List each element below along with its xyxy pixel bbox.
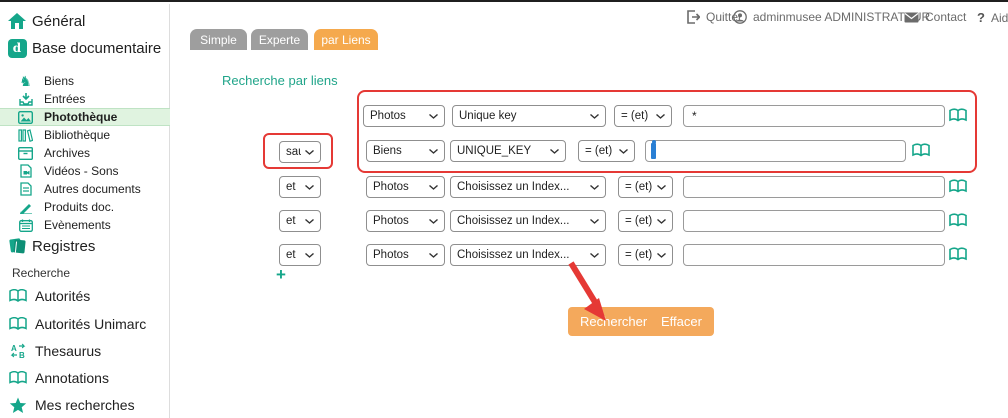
row5-connector-select[interactable]: et: [279, 244, 321, 266]
open-book-icon: [8, 287, 27, 306]
books-stack-icon: [7, 236, 27, 256]
sidebar-item-autres-documents[interactable]: Autres documents: [0, 180, 170, 198]
row2-value-input[interactable]: [645, 140, 906, 162]
tab-par-liens[interactable]: par Liens: [314, 29, 378, 50]
knight-icon: ♞: [18, 74, 33, 89]
row5-database-select[interactable]: Photos: [366, 244, 445, 266]
row3-lexicon-book-icon[interactable]: [949, 179, 967, 194]
sidebar-item-label: Général: [32, 13, 85, 30]
open-book-icon: [8, 369, 27, 388]
contact-link[interactable]: Contact: [904, 10, 966, 24]
user-account[interactable]: adminmusee ADMINISTRATEUR: [733, 10, 930, 24]
row3-operator-select[interactable]: = (et): [618, 176, 673, 198]
sidebar-item-registres[interactable]: Registres: [0, 234, 170, 258]
row3-database-select[interactable]: Photos: [366, 176, 445, 198]
row4-database-select[interactable]: Photos: [366, 210, 445, 232]
sidebar-item-phototheque[interactable]: Photothèque: [0, 108, 170, 126]
star-icon: [8, 396, 27, 415]
sidebar-item-mes-recherches[interactable]: Mes recherches: [0, 394, 170, 416]
topbar: Quitter adminmusee ADMINISTRATEUR Contac…: [171, 4, 1008, 32]
sidebar-item-evenements[interactable]: Evènements: [0, 216, 170, 234]
sidebar: Général d Base documentaire ♞ Biens Entr…: [0, 4, 170, 418]
row4-operator-select[interactable]: = (et): [618, 210, 673, 232]
sidebar-item-produits-doc[interactable]: Produits doc.: [0, 198, 170, 216]
row2-connector-select[interactable]: sauf: [279, 141, 321, 163]
row2-lexicon-book-icon[interactable]: [912, 143, 930, 158]
sidebar-item-label: Base documentaire: [32, 40, 161, 57]
row1-value-input[interactable]: [683, 105, 945, 127]
tab-simple[interactable]: Simple: [190, 29, 247, 50]
logout-icon: [686, 10, 700, 24]
app-window: Général d Base documentaire ♞ Biens Entr…: [0, 0, 1008, 418]
effacer-button[interactable]: Effacer: [649, 307, 714, 336]
row3-value-input[interactable]: [683, 176, 945, 198]
row3-index-select[interactable]: Choisissez un Index...: [450, 176, 606, 198]
row4-value-input[interactable]: [683, 210, 945, 232]
row1-database-select[interactable]: Photos: [363, 105, 445, 127]
row1-operator-select[interactable]: = (et): [614, 105, 672, 127]
text-cursor-icon: [651, 143, 656, 159]
row1-index-select[interactable]: Unique key: [452, 105, 606, 127]
help-link[interactable]: ? Aide: [977, 10, 1008, 25]
page-title: Recherche par liens: [222, 73, 338, 88]
sidebar-item-autorites-unimarc[interactable]: Autorités Unimarc: [0, 313, 170, 335]
row1-lexicon-book-icon[interactable]: [949, 108, 967, 123]
inbox-arrow-icon: [18, 92, 33, 107]
user-icon: [733, 10, 747, 24]
svg-text:B: B: [19, 351, 25, 359]
row4-connector-select[interactable]: et: [279, 210, 321, 232]
document-icon: [18, 182, 33, 197]
row5-operator-select[interactable]: = (et): [618, 244, 673, 266]
recherche-section-label: Recherche: [12, 266, 70, 280]
svg-text:A: A: [11, 344, 17, 353]
row3-connector-select[interactable]: et: [279, 176, 321, 198]
envelope-icon: [904, 12, 919, 23]
rechercher-button[interactable]: Rechercher: [568, 307, 659, 336]
photo-icon: [18, 110, 33, 125]
add-row-button[interactable]: +: [276, 266, 286, 283]
sidebar-item-videos-sons[interactable]: Vidéos - Sons: [0, 162, 170, 180]
sidebar-item-autorites[interactable]: Autorités: [0, 285, 170, 307]
sidebar-item-archives[interactable]: Archives: [0, 144, 170, 162]
row2-database-select[interactable]: Biens: [366, 140, 445, 162]
sidebar-item-base-documentaire[interactable]: d Base documentaire: [0, 36, 170, 60]
archive-box-icon: [18, 146, 33, 161]
question-mark-icon: ?: [977, 10, 985, 25]
row2-operator-select[interactable]: = (et): [578, 140, 635, 162]
row4-lexicon-book-icon[interactable]: [949, 213, 967, 228]
row2-index-select[interactable]: UNIQUE_KEY: [450, 140, 566, 162]
calendar-icon: [18, 218, 33, 233]
books-shelf-icon: [18, 128, 33, 143]
home-icon: [7, 11, 27, 31]
tab-experte[interactable]: Experte: [251, 29, 308, 50]
video-file-icon: [18, 164, 33, 179]
base-doc-logo-icon: d: [7, 38, 27, 58]
row5-index-select[interactable]: Choisissez un Index...: [450, 244, 606, 266]
row4-index-select[interactable]: Choisissez un Index...: [450, 210, 606, 232]
row5-value-input[interactable]: [683, 244, 945, 266]
open-book-icon: [8, 315, 27, 334]
row5-lexicon-book-icon[interactable]: [949, 247, 967, 262]
translate-ab-icon: AB: [8, 342, 27, 361]
sidebar-item-bibliotheque[interactable]: Bibliothèque: [0, 126, 170, 144]
sidebar-item-annotations[interactable]: Annotations: [0, 367, 170, 389]
signature-pen-icon: [18, 200, 33, 215]
sidebar-item-general[interactable]: Général: [0, 9, 170, 33]
sidebar-item-entrees[interactable]: Entrées: [0, 90, 170, 108]
sidebar-item-thesaurus[interactable]: AB Thesaurus: [0, 340, 170, 362]
sidebar-item-biens[interactable]: ♞ Biens: [0, 72, 170, 90]
